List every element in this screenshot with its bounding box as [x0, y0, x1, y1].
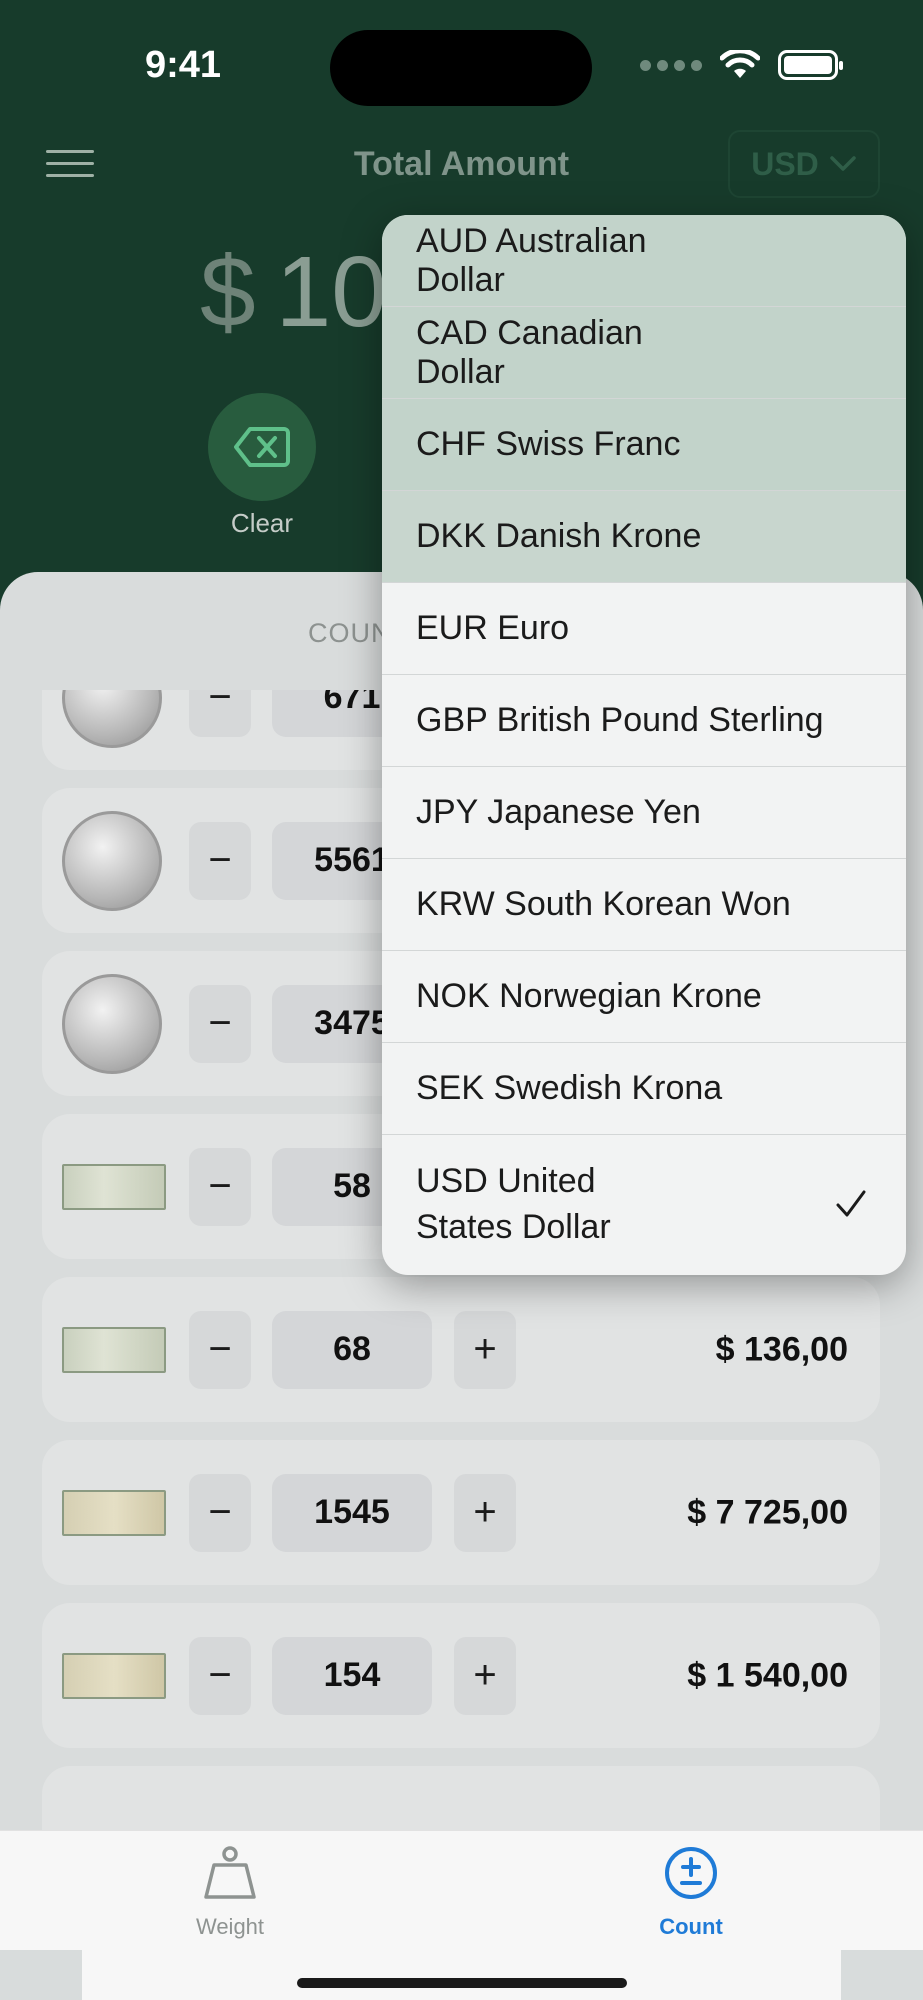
currency-selector-button[interactable]: USD	[728, 130, 880, 198]
status-time: 9:41	[145, 44, 222, 86]
increment-button[interactable]: +	[454, 1636, 516, 1715]
denomination-row	[42, 1766, 880, 1830]
currency-option-nok[interactable]: NOK Norwegian Krone	[382, 951, 906, 1043]
quarter-coin-image	[62, 973, 162, 1074]
clear-button[interactable]	[208, 393, 316, 501]
quantity-field[interactable]: 154	[272, 1636, 432, 1715]
delete-backward-icon	[234, 427, 290, 467]
currency-option-usd[interactable]: USD United States Dollar	[382, 1135, 906, 1273]
clear-label: Clear	[230, 508, 294, 538]
currency-dropdown-menu: AUD Australian Dollar CAD Canadian Dolla…	[382, 215, 906, 1275]
ten-dollar-bill-image	[62, 1652, 166, 1699]
tab-label: Weight	[195, 1914, 265, 1939]
decrement-button[interactable]: −	[189, 821, 251, 900]
tab-bar: Weight Count	[0, 1830, 923, 2000]
row-amount: $ 7 725,00	[687, 1493, 848, 1531]
increment-button[interactable]: +	[454, 1310, 516, 1389]
total-currency-symbol: $	[200, 236, 256, 348]
decrement-button[interactable]: −	[189, 1147, 251, 1226]
increment-button[interactable]: +	[454, 1473, 516, 1552]
decrement-button[interactable]: −	[189, 1636, 251, 1715]
cellular-signal-icon	[640, 59, 702, 71]
denomination-row: − 68 + $ 136,00	[42, 1277, 880, 1422]
currency-option-cad[interactable]: CAD Canadian Dollar	[382, 307, 906, 399]
chevron-down-icon	[830, 156, 856, 171]
nickel-coin-image	[62, 690, 162, 748]
currency-option-eur[interactable]: EUR Euro	[382, 583, 906, 675]
currency-option-chf[interactable]: CHF Swiss Franc	[382, 399, 906, 491]
currency-option-dkk[interactable]: DKK Danish Krone	[382, 491, 906, 583]
decrement-button[interactable]: −	[189, 1310, 251, 1389]
plus-minus-icon	[665, 1847, 717, 1899]
dynamic-island	[330, 30, 592, 106]
currency-option-jpy[interactable]: JPY Japanese Yen	[382, 767, 906, 859]
two-dollar-bill-image	[62, 1326, 166, 1373]
denomination-row: − 1545 + $ 7 725,00	[42, 1440, 880, 1585]
currency-option-gbp[interactable]: GBP British Pound Sterling	[382, 675, 906, 767]
tab-label: Count	[659, 1914, 723, 1939]
row-amount: $ 1 540,00	[687, 1656, 848, 1694]
home-indicator	[297, 1978, 627, 1988]
decrement-button[interactable]: −	[189, 984, 251, 1063]
currency-button-label: USD	[751, 145, 819, 182]
status-icons	[640, 50, 843, 80]
decrement-button[interactable]: −	[189, 690, 251, 737]
five-dollar-bill-image	[62, 1489, 166, 1536]
currency-option-krw[interactable]: KRW South Korean Won	[382, 859, 906, 951]
total-amount: $10	[200, 235, 387, 350]
weight-icon	[204, 1846, 256, 1899]
quantity-field[interactable]: 1545	[272, 1473, 432, 1552]
total-value: 10	[275, 236, 387, 348]
section-header: COUN	[308, 618, 392, 648]
currency-option-sek[interactable]: SEK Swedish Krona	[382, 1043, 906, 1135]
wifi-icon	[720, 50, 760, 78]
decrement-button[interactable]: −	[189, 1473, 251, 1552]
battery-icon	[778, 50, 843, 80]
checkmark-icon	[836, 1190, 866, 1217]
currency-option-aud[interactable]: AUD Australian Dollar	[382, 215, 906, 307]
tab-count[interactable]: Count	[591, 1845, 791, 1940]
row-amount: $ 136,00	[715, 1330, 848, 1368]
quantity-field[interactable]: 68	[272, 1310, 432, 1389]
denomination-row: − 154 + $ 1 540,00	[42, 1603, 880, 1748]
tab-weight[interactable]: Weight	[130, 1845, 330, 1940]
one-dollar-bill-image	[62, 1163, 166, 1210]
dime-coin-image	[62, 810, 162, 911]
